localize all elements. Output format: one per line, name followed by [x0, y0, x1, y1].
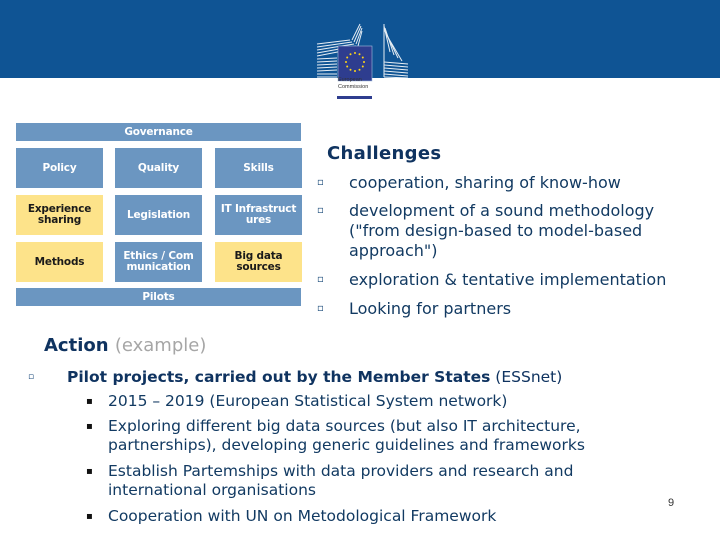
- action-sub-text-line-1: Exploring different big data sources (bu…: [108, 417, 581, 435]
- action-main-normal: (ESSnet): [490, 368, 563, 386]
- action-sub-text-line-2: international organisations: [108, 481, 316, 499]
- cell-big-data-sources-label: Big data sources: [234, 250, 283, 273]
- cell-experience-sharing: Experience sharing: [16, 195, 103, 235]
- challenge-text: exploration & tentative implementation: [349, 270, 667, 289]
- action-main-bold: Pilot projects, carried out by the Membe…: [67, 368, 491, 386]
- challenge-text: Looking for partners: [349, 299, 512, 318]
- page-number: 9: [668, 497, 675, 509]
- bullet-icon: ▫: [317, 303, 324, 314]
- square-bullet-icon: ▪: [86, 511, 93, 522]
- cell-quality: Quality: [115, 148, 202, 188]
- action-title-note: (example): [114, 335, 207, 356]
- cell-big-data-sources: Big data sources: [215, 242, 302, 282]
- challenge-text: cooperation, sharing of know-how: [349, 173, 621, 192]
- cell-skills: Skills: [215, 148, 302, 188]
- cell-it-infrastructures-label: IT Infrastructures: [220, 203, 297, 226]
- cell-it-infrastructures: IT Infrastructures: [215, 195, 302, 235]
- european-commission-logo: European Commission: [312, 22, 432, 104]
- action-title: Action (example): [44, 335, 206, 356]
- berlaymont-building-icon: [316, 23, 409, 82]
- action-sub-text: 2015 – 2019 (European Statistical System…: [108, 392, 508, 410]
- cell-policy: Policy: [16, 148, 103, 188]
- square-bullet-icon: ▪: [86, 421, 93, 432]
- logo-line-1: European: [338, 77, 362, 83]
- action-sub-text-line-1: Establish Partemships with data provider…: [108, 462, 574, 480]
- action-sub-text-line-2: partnerships), developing generic guidel…: [108, 436, 585, 454]
- challenge-text-line-1: development of a sound methodology: [349, 201, 655, 220]
- challenge-text-line-3: approach"): [349, 241, 438, 260]
- action-sub-text: Cooperation with UN on Metodological Fra…: [108, 507, 497, 525]
- right-wing-lines: [383, 24, 409, 79]
- bullet-icon: ▫: [317, 205, 324, 216]
- bullet-icon: ▫: [28, 372, 35, 382]
- eu-flag: [337, 45, 373, 82]
- logo-underline: [337, 96, 372, 99]
- cell-experience-sharing-label: Experience sharing: [27, 203, 92, 226]
- logo-text: European Commission: [338, 77, 368, 91]
- cell-methods: Methods: [16, 242, 103, 282]
- cell-ethics-communication: Ethics / Communication: [115, 242, 202, 282]
- action-main-text: Pilot projects, carried out by the Membe…: [67, 368, 562, 387]
- challenges-title: Challenges: [327, 143, 442, 164]
- action-title-main: Action: [44, 335, 109, 356]
- square-bullet-icon: ▪: [86, 396, 93, 407]
- bullet-icon: ▫: [317, 177, 324, 188]
- cell-legislation: Legislation: [115, 195, 202, 235]
- logo-line-2: Commission: [338, 84, 369, 90]
- pilots-bar: Pilots: [16, 288, 301, 306]
- governance-bar: Governance: [16, 123, 301, 141]
- challenge-text-line-2: ("from design-based to model-based: [349, 221, 643, 240]
- cell-ethics-communication-label: Ethics / Communication: [123, 250, 194, 273]
- bullet-icon: ▫: [317, 274, 324, 285]
- square-bullet-icon: ▪: [86, 466, 93, 477]
